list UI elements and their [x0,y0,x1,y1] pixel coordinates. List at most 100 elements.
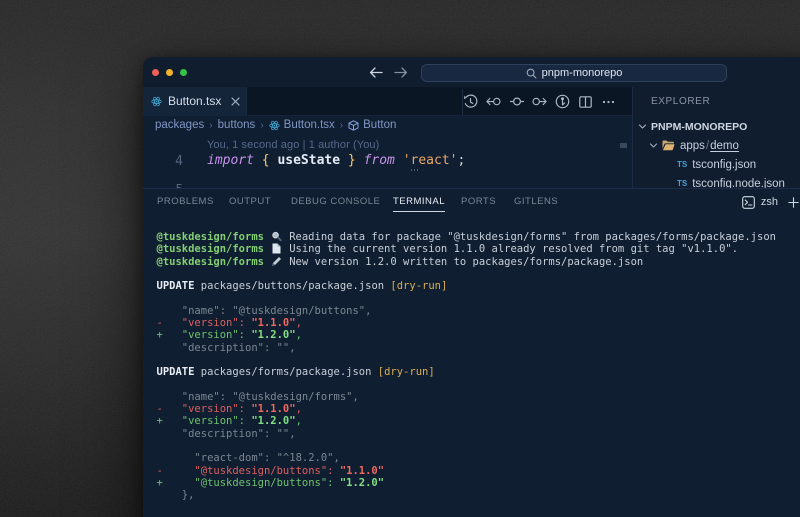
chevron-down-icon [638,122,647,131]
breadcrumb-item[interactable]: packages [155,119,204,131]
gitlens-blame-annotation: You, 1 second ago | 1 author (You) [207,139,379,151]
symbol-cube-icon [348,120,359,131]
terminal-text-segment: , [296,329,302,341]
compare-icon[interactable] [555,94,570,109]
titlebar: pnpm-monorepo [143,57,800,87]
minimize-window-button[interactable] [166,69,173,76]
terminal-line: @tuskdesign/forms New version 1.2.0 writ… [157,256,776,268]
explorer-title: EXPLORER [651,96,710,107]
breadcrumb-item[interactable]: buttons [218,119,256,131]
terminal-line: "name": "@tuskdesign/buttons", [157,305,776,317]
panel-tab-output[interactable]: OUTPUT [229,196,271,211]
zoom-window-button[interactable] [180,69,187,76]
breadcrumb-separator: › [340,120,343,131]
explorer-root-folder[interactable]: PNPM-MONOREPO [638,117,747,136]
breadcrumb-label: buttons [218,119,256,131]
terminal-line: }, [157,489,776,501]
react-file-icon [151,96,162,107]
close-window-button[interactable] [152,69,159,76]
terminal-text-segment: New version 1.2.0 written to packages/fo… [283,256,643,268]
terminal-shell-icon [742,196,755,209]
line-number: 4 [143,154,183,169]
terminal-line: @tuskdesign/forms Reading data for packa… [157,231,776,243]
code-token: from [364,153,395,168]
editor-pane[interactable]: You, 1 second ago | 1 author (You) 4 imp… [143,133,632,188]
next-change-icon[interactable] [532,94,547,109]
split-editor-icon[interactable] [578,94,593,109]
prev-change-icon[interactable] [486,94,501,109]
terminal-output[interactable]: @tuskdesign/forms Reading data for packa… [157,231,776,502]
new-terminal-button[interactable] [788,197,799,208]
editor-scrollbar-thumb[interactable] [620,143,627,148]
terminal-text-segment: + "version": [157,415,252,427]
terminal-line: "react-dom": "^18.2.0", [157,452,776,464]
terminal-text-segment: Using the current version 1.1.0 already … [283,243,738,255]
terminal-line: "description": "", [157,428,776,440]
editor-tab-bar: Button.tsx [143,87,632,116]
terminal-line: + "@tuskdesign/buttons": "1.2.0" [157,477,776,489]
root-folder-label: PNPM-MONOREPO [651,121,747,133]
panel-tab-terminal[interactable]: TERMINAL [393,196,445,212]
terminal-line: - "@tuskdesign/buttons": "1.1.0" [157,465,776,477]
next-line-number: 5 [143,181,183,188]
bottom-panel: PROBLEMS OUTPUT DEBUG CONSOLE TERMINAL PORTS… [143,188,800,517]
terminal-text-segment: "name": "@tuskdesign/buttons", [157,305,372,317]
terminal-text-segment: "1.1.0" [251,317,295,329]
terminal-text-segment: "1.2.0" [340,477,384,489]
terminal-line: + "version": "1.2.0", [157,329,776,341]
panel-tab-problems[interactable]: PROBLEMS [157,196,214,211]
code-line: 4 import { useState } from 'react'; [143,152,632,174]
terminal-text-segment: packages/buttons/package.json [194,280,390,292]
terminal-text-segment: "react-dom": "^18.2.0", [157,452,340,464]
code-token: 'react' [403,153,458,168]
breadcrumb-separator: › [260,120,263,131]
breadcrumb-item[interactable]: Button [348,119,396,131]
tree-item-apps-demo[interactable]: apps/demo [649,136,739,155]
terminal-text-segment: - "version": [157,403,252,415]
tree-item-tsconfig-json[interactable]: TS tsconfig.json [677,155,756,174]
typescript-file-icon: TS [677,160,687,169]
pencil-icon [270,256,283,267]
terminal-text-segment: @tuskdesign/forms [157,243,264,255]
folder-label-demo: demo [710,140,739,152]
search-icon [526,68,537,79]
terminal-text-segment: UPDATE [157,366,195,378]
panel-tab-bar: PROBLEMS OUTPUT DEBUG CONSOLE TERMINAL PORTS… [143,189,800,215]
code-token [254,153,262,168]
breadcrumb-label: Button.tsx [284,119,335,131]
command-center-search[interactable]: pnpm-monorepo [421,64,727,82]
magnifier-icon [270,231,283,242]
code-token: ; [458,153,466,168]
terminal-text-segment: "name": "@tuskdesign/forms", [157,391,359,403]
terminal-controls: zsh [742,189,799,215]
terminal-text-segment: Reading data for package "@tuskdesign/fo… [283,231,776,243]
panel-tab-gitlens[interactable]: GITLENS [514,196,558,211]
tab-button-tsx[interactable]: Button.tsx [143,87,247,115]
panel-tab-debug-console[interactable]: DEBUG CONSOLE [291,196,380,211]
navigate-forward-button[interactable] [394,67,408,78]
code-token: } [348,153,356,168]
react-icon [269,120,280,131]
page-icon [270,243,283,254]
history-icon[interactable] [463,94,478,109]
breadcrumb-separator: › [209,120,212,131]
panel-tab-ports[interactable]: PORTS [461,196,496,211]
terminal-text-segment: "description": "", [157,342,296,354]
terminal-line: - "version": "1.1.0", [157,403,776,415]
more-actions-icon[interactable] [601,94,616,109]
current-change-icon[interactable] [509,94,524,109]
file-label: tsconfig.node.json [692,178,785,189]
terminal-text-segment: - "version": [157,317,252,329]
tree-item-tsconfig-node-json[interactable]: TS tsconfig.node.json [677,174,785,188]
close-tab-icon[interactable] [231,97,240,106]
terminal-line: + "version": "1.2.0", [157,415,776,427]
terminal-line: "description": "", [157,342,776,354]
breadcrumb-item[interactable]: Button.tsx [269,119,335,131]
terminal-line: "name": "@tuskdesign/forms", [157,391,776,403]
terminal-line: UPDATE packages/forms/package.json [dry-… [157,366,776,378]
explorer-sidebar: EXPLORER PNPM-MONOREPO apps/demo TS tsco… [632,87,800,188]
terminal-text-segment: - "@tuskdesign/buttons": [157,465,340,477]
shell-label[interactable]: zsh [761,196,778,208]
terminal-line [157,292,776,304]
navigate-back-button[interactable] [369,67,383,78]
